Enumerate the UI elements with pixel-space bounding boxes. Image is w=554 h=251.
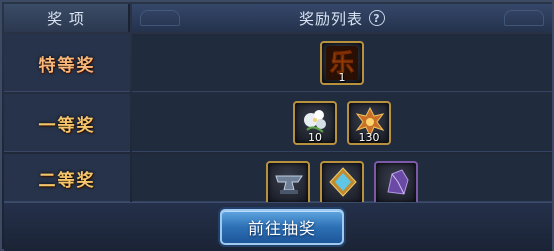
mirror-frame-icon — [329, 167, 357, 197]
prize-row-first: 一等奖 10 130 — [4, 94, 552, 152]
prize-row-second: 二等奖 — [4, 154, 552, 202]
reward-items-first: 10 130 — [132, 94, 552, 152]
header-reward-column: 奖励列表 ? — [132, 4, 552, 32]
reward-count: 10 — [308, 131, 322, 144]
reward-item-emblem[interactable]: 130 — [347, 101, 391, 145]
reward-count: 1 — [338, 71, 346, 84]
help-icon[interactable]: ? — [369, 10, 385, 26]
prize-label-second: 二等奖 — [38, 170, 96, 191]
anvil-icon — [275, 175, 303, 194]
header-prize-label: 奖 项 — [47, 9, 85, 28]
purple-crystal-icon — [387, 169, 409, 195]
reward-item-crystal[interactable] — [374, 161, 418, 202]
reward-count: 130 — [358, 131, 380, 144]
prize-label-first: 一等奖 — [38, 115, 96, 136]
reward-item-flower[interactable]: 10 — [293, 101, 337, 145]
prize-row-grand: 特等奖 乐 1 — [4, 34, 552, 92]
panel-footer: 前往抽奖 — [4, 202, 552, 251]
prize-label-grand: 特等奖 — [38, 55, 96, 76]
header-prize-column: 奖 项 — [4, 4, 130, 32]
reward-item-mirror[interactable] — [320, 161, 364, 202]
prize-panel: 奖 项 奖励列表 ? 特等奖 乐 1 一等奖 10 130 二等奖 前往抽奖 — [0, 0, 554, 251]
reward-item-le[interactable]: 乐 1 — [320, 41, 364, 85]
reward-items-second — [132, 154, 552, 202]
header-ornament-right — [504, 10, 544, 26]
go-draw-button[interactable]: 前往抽奖 — [220, 209, 344, 245]
header-ornament-left — [140, 10, 180, 26]
header-reward-label: 奖励列表 — [298, 9, 363, 28]
reward-items-grand: 乐 1 — [132, 34, 552, 92]
reward-item-anvil[interactable] — [266, 161, 310, 202]
